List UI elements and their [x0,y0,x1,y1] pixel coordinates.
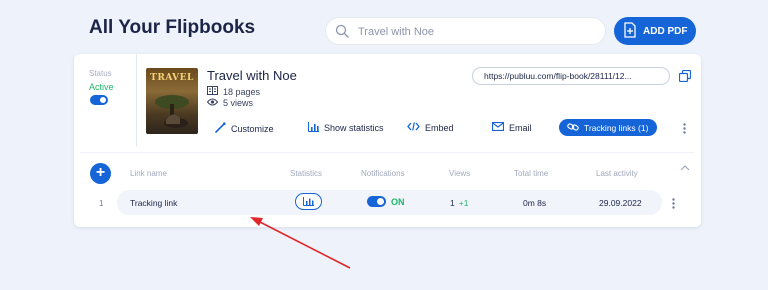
tracking-links-panel: + Link name Statistics Notifications Vie… [80,152,695,222]
search-input[interactable] [358,22,598,42]
pages-count: 18 pages [223,86,261,97]
flipbook-card: Status Active TRAVEL Travel with Noe 18 … [74,54,701,227]
views-delta: +1 [458,198,469,208]
row-kebab-icon[interactable] [672,198,675,209]
column-total-time: Total time [514,169,549,178]
cover-illustration [155,95,189,128]
customize-button[interactable]: Customize [215,122,274,135]
brush-icon [215,122,226,135]
status-value: Active [89,82,114,92]
views-cell: 1 +1 [450,198,468,208]
column-link-name: Link name [130,169,167,178]
add-pdf-label: ADD PDF [643,25,688,37]
pages-meta: 18 pages [207,86,260,97]
last-activity-cell: 29.09.2022 [599,198,642,208]
copy-icon[interactable] [678,69,692,87]
views-value: 1 [450,198,455,208]
embed-button[interactable]: Embed [407,122,454,133]
tracking-links-button[interactable]: Tracking links (1) [559,119,657,136]
column-statistics: Statistics [290,169,323,178]
total-time-cell: 0m 8s [523,198,547,208]
link-name-cell[interactable]: Tracking link [130,198,177,208]
show-statistics-button[interactable]: Show statistics [308,122,384,134]
page-title: All Your Flipbooks [89,17,256,38]
views-count: 5 views [223,98,254,108]
code-icon [407,122,420,133]
customize-label: Customize [231,123,274,134]
views-meta: 5 views [206,98,254,108]
email-label: Email [509,122,532,133]
eye-icon [206,98,219,108]
search-bar[interactable] [325,17,606,45]
flipbook-cover[interactable]: TRAVEL [146,68,198,134]
row-index: 1 [99,199,104,208]
kebab-icon[interactable] [683,123,686,134]
column-views: Views [449,169,471,178]
notifications-toggle[interactable] [367,196,386,207]
tracking-links-label: Tracking links (1) [584,122,649,133]
embed-label: Embed [425,122,454,133]
link-icon [567,122,579,134]
show-statistics-label: Show statistics [324,123,384,133]
plus-icon: + [95,164,106,181]
search-icon [335,24,349,43]
status-label: Status [89,69,112,78]
notifications-status: ON [391,197,405,207]
chart-icon [308,122,319,134]
flipbook-url[interactable]: https://publuu.com/flip-book/28111/12... [472,67,670,85]
column-notifications: Notifications [361,169,405,178]
flipbook-title[interactable]: Travel with Noe [207,68,297,83]
status-toggle[interactable] [90,95,108,105]
chevron-up-icon[interactable] [680,158,690,176]
pages-icon [207,86,218,97]
email-button[interactable]: Email [491,121,532,133]
add-tracking-link-button[interactable]: + [90,163,111,184]
status-column: Status Active [74,54,137,147]
table-row[interactable] [117,190,662,215]
row-statistics-button[interactable] [295,193,322,210]
mail-icon [491,121,505,133]
cover-title: TRAVEL [150,73,194,83]
add-pdf-icon [624,21,636,41]
column-last-activity: Last activity [596,169,638,178]
add-pdf-button[interactable]: ADD PDF [614,17,696,45]
